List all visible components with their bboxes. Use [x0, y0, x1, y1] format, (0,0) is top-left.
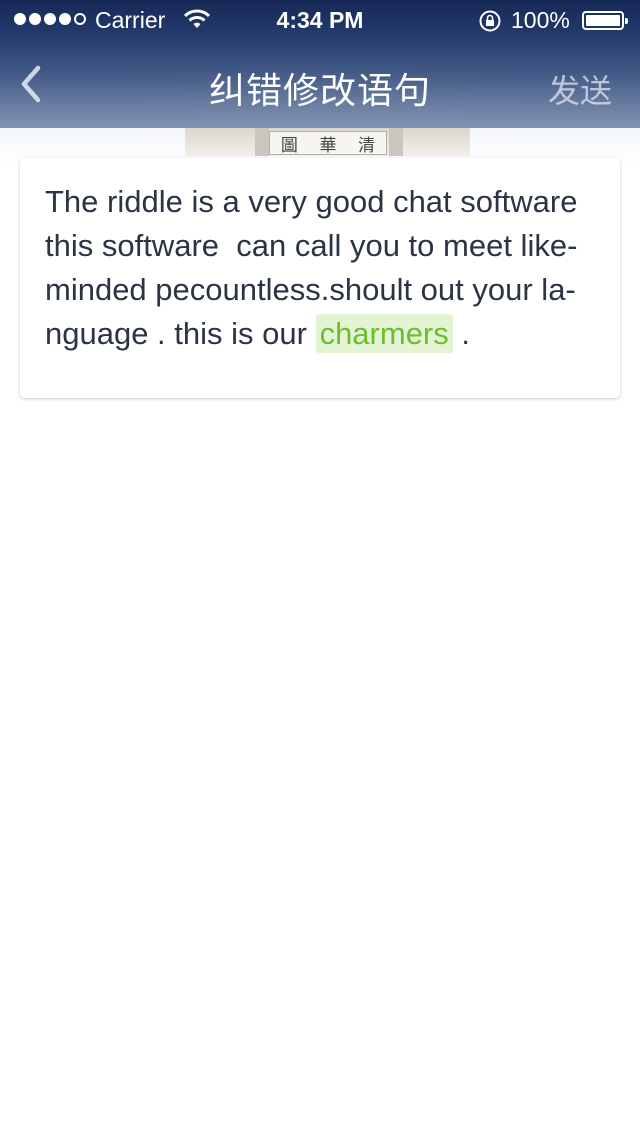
battery-percentage: 100% — [511, 7, 570, 33]
send-button[interactable]: 发送 — [548, 66, 612, 112]
highlighted-word[interactable]: charmers — [315, 314, 453, 353]
plaque-char: 清 — [358, 135, 376, 156]
sentence-card: The riddle is a very good chat software … — [20, 158, 620, 398]
gate-plaque: 圖 華 清 — [269, 131, 387, 156]
battery-fill — [586, 15, 620, 26]
navigation-bar: 纠错修改语句 发送 — [0, 40, 640, 128]
battery-tip — [625, 18, 628, 24]
gate-building: 圖 華 清 — [185, 128, 470, 156]
sentence-tail: . — [452, 316, 470, 351]
rotation-lock-icon — [478, 9, 502, 39]
status-bar: Carrier 4:34 PM 100% — [0, 0, 640, 40]
sentence-line: nguage . this is our — [45, 316, 316, 351]
sentence-line: The riddle is a very good chat software — [45, 184, 578, 219]
battery-icon — [582, 11, 628, 30]
plaque-char: 圖 — [280, 135, 298, 156]
sentence-line: this software can call you to meet like- — [45, 228, 578, 263]
gate-post — [255, 128, 269, 156]
sentence-text: The riddle is a very good chat software … — [45, 180, 613, 356]
gate-post — [389, 128, 403, 156]
sentence-line: minded pecountless.shoult out your la- — [45, 272, 576, 307]
page-title: 纠错修改语句 — [208, 70, 431, 111]
plaque-char: 華 — [319, 135, 337, 156]
